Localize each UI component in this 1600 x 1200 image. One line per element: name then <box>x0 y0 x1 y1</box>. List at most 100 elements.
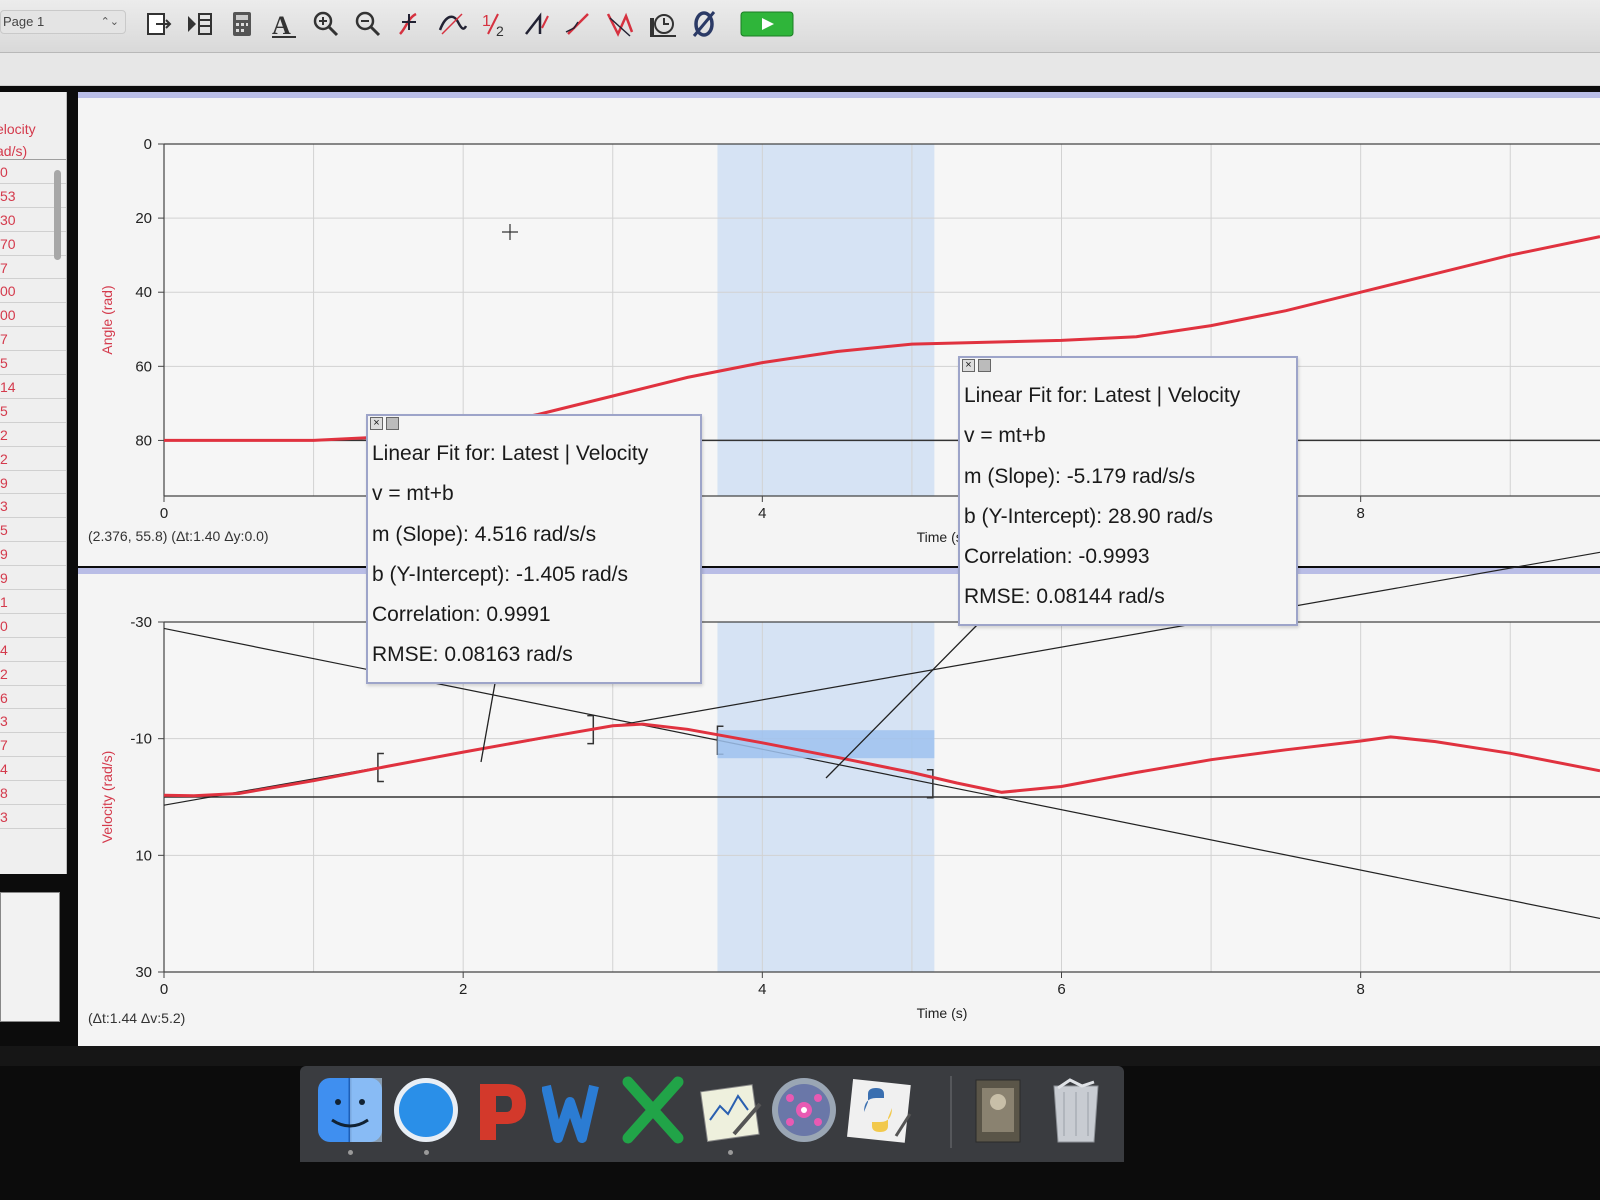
page-select-label: Page 1 <box>3 14 45 29</box>
fit-title: Linear Fit for: Latest | Velocity <box>964 384 1241 407</box>
table-cell[interactable]: 1 <box>0 590 66 614</box>
dock <box>300 1066 1124 1162</box>
table-cell[interactable]: 5 <box>0 351 66 376</box>
x-tick-label: 0 <box>160 505 168 522</box>
close-icon[interactable]: × <box>370 417 383 430</box>
table-cell[interactable]: 9 <box>0 542 66 567</box>
screen-bezel <box>0 1046 1600 1066</box>
finder-running-dot <box>348 1150 353 1155</box>
y-tick-label: 0 <box>144 136 152 153</box>
table-cell[interactable]: 4 <box>0 757 66 782</box>
tangent-icon[interactable] <box>434 6 470 42</box>
velocity-graph-panel[interactable]: 30 10 -10 -30 0 2 4 6 8 Velocity (rad/s) Time (s) … <box>78 551 1600 1050</box>
table-cell[interactable]: 9 <box>0 566 66 591</box>
y-tick-label: 60 <box>135 358 152 375</box>
table-cell[interactable]: 7 <box>0 733 66 758</box>
fit-rmse: RMSE: 0.08163 rad/s <box>372 643 573 667</box>
zoom-in-icon[interactable] <box>308 6 344 42</box>
launchpad-icon[interactable] <box>768 1074 840 1146</box>
options-icon[interactable] <box>386 417 399 430</box>
linear-fit-icon[interactable] <box>560 6 596 42</box>
table-header-line1: elocity <box>0 121 36 137</box>
table-cell[interactable]: 3 <box>0 494 66 519</box>
integral-icon[interactable]: 12 <box>476 6 512 42</box>
table-cell[interactable]: 2 <box>0 662 66 686</box>
fit-slope: m (Slope): 4.516 rad/s/s <box>372 522 597 546</box>
table-cell[interactable]: 5 <box>0 518 66 543</box>
table-cell[interactable]: 0 <box>0 614 66 638</box>
table-cell[interactable]: 3 <box>0 805 66 829</box>
y-tick-label: 80 <box>135 432 152 449</box>
curve-fit-icon[interactable] <box>602 6 638 42</box>
safari-running-dot <box>424 1150 429 1155</box>
table-cell[interactable]: 5 <box>0 399 66 423</box>
file-export-icon[interactable] <box>140 6 176 42</box>
fit-correlation: Correlation: -0.9993 <box>964 545 1150 569</box>
bottom-graph-readout: (Δt:1.44 Δv:5.2) <box>88 1010 186 1026</box>
close-icon[interactable]: × <box>962 359 975 372</box>
svg-text:A: A <box>272 11 291 40</box>
fit-rmse: RMSE: 0.08144 rad/s <box>964 585 1165 609</box>
safari-icon[interactable] <box>390 1074 462 1146</box>
table-cell[interactable]: 7 <box>0 327 66 352</box>
toolbar: Page 1 ⌃⌄ A 12 <box>0 0 1600 53</box>
table-cell[interactable]: 00 <box>0 279 66 304</box>
table-cell[interactable]: 00 <box>0 303 66 328</box>
y-tick-label: 20 <box>135 210 152 227</box>
word-icon[interactable] <box>541 1074 614 1146</box>
table-cell[interactable]: 2 <box>0 447 66 471</box>
fitbox-titlebar[interactable]: × <box>960 358 1296 376</box>
table-cell[interactable]: 6 <box>0 686 66 710</box>
finder-icon[interactable] <box>314 1074 386 1146</box>
excel-icon[interactable] <box>618 1074 690 1146</box>
collect-button[interactable] <box>740 6 794 42</box>
calculator-icon[interactable] <box>224 6 260 42</box>
angle-graph[interactable]: 8060402000 4 8Angle (rad)Time (s) <box>78 98 1600 566</box>
statistics-icon[interactable] <box>518 6 554 42</box>
chevron-updown-icon: ⌃⌄ <box>100 16 119 28</box>
table-scrollbar[interactable] <box>54 170 61 260</box>
autoscale-icon[interactable]: A <box>266 6 302 42</box>
fit-slope: m (Slope): -5.179 rad/s/s <box>964 464 1196 488</box>
table-cell[interactable]: 3 <box>0 709 66 734</box>
fitbox-titlebar[interactable]: × <box>368 416 700 434</box>
x-tick-label: 8 <box>1356 505 1364 522</box>
replay-icon[interactable] <box>644 6 680 42</box>
fit-intercept: b (Y-Intercept): -1.405 rad/s <box>372 562 629 586</box>
x-tick-label: 4 <box>758 981 766 998</box>
options-icon[interactable] <box>978 359 991 372</box>
table-cells: 0 53 30 70 7 00 00 7 5 14 5 2 2 9 3 5 9 9 1 0 4 2 6 3 7 4 8 3 <box>0 160 66 829</box>
fit-intercept: b (Y-Intercept): 28.90 rad/s <box>964 504 1214 528</box>
x-tick-label: 0 <box>160 981 168 998</box>
table-cell[interactable]: 2 <box>0 423 66 447</box>
page-select[interactable]: Page 1 ⌃⌄ <box>0 10 126 34</box>
linear-fit-box-left[interactable]: × Linear Fit for: Latest | Velocity v = … <box>366 414 702 684</box>
table-cell[interactable]: 14 <box>0 375 66 399</box>
x-axis-label: Time (s) <box>917 1005 968 1021</box>
svg-text:2: 2 <box>496 23 504 39</box>
zero-icon[interactable] <box>686 6 722 42</box>
trash-icon[interactable] <box>1040 1074 1112 1146</box>
logger-pro-icon[interactable] <box>694 1074 766 1146</box>
selection-region <box>717 144 935 496</box>
y-tick-label: -30 <box>130 614 152 631</box>
linear-fit-box-right[interactable]: × Linear Fit for: Latest | Velocity v = … <box>958 356 1298 626</box>
velocity-graph[interactable]: 30 10 -10 -30 0 2 4 6 8 Velocity (rad/s) Time (s) <box>78 551 1600 1050</box>
table-cell[interactable]: 9 <box>0 471 66 495</box>
fit-equation: v = mt+b <box>372 482 454 506</box>
examine-icon[interactable] <box>392 6 428 42</box>
y-axis-label: Angle (rad) <box>99 285 115 354</box>
table-cell[interactable]: 4 <box>0 638 66 662</box>
table-header-velocity[interactable]: elocity ad/s) <box>0 92 66 160</box>
angle-graph-panel[interactable]: 80 60 40 20 0 0 4 8 Angle (rad) Time (s) (2.376, … <box>78 92 1600 566</box>
powerpoint-icon[interactable] <box>466 1074 538 1146</box>
python-launcher-icon[interactable] <box>844 1074 916 1146</box>
svg-text:1: 1 <box>482 13 491 30</box>
downloads-stack-icon[interactable] <box>962 1074 1034 1146</box>
zoom-out-icon[interactable] <box>350 6 386 42</box>
dock-separator <box>950 1076 952 1148</box>
table-cell[interactable]: 8 <box>0 781 66 806</box>
data-browser-icon[interactable] <box>182 6 218 42</box>
table-header-line2: ad/s) <box>0 143 28 159</box>
y-tick-label: -10 <box>130 731 152 748</box>
